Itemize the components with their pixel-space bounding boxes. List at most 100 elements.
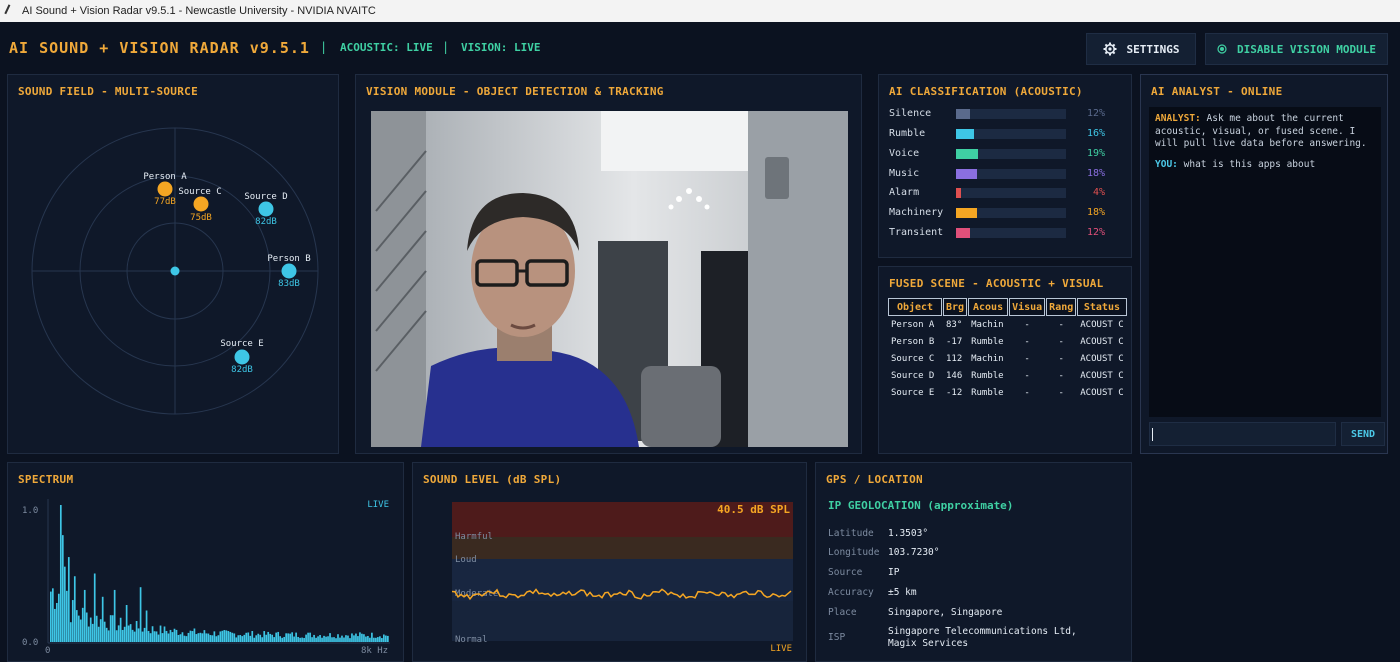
gps-subtitle: IP GEOLOCATION (approximate) bbox=[828, 499, 1014, 512]
spectrum-bar bbox=[185, 636, 188, 642]
window-titlebar: AI Sound + Vision Radar v9.5.1 - Newcast… bbox=[0, 0, 1400, 22]
class-bar bbox=[956, 188, 1066, 198]
spectrum-bar bbox=[69, 622, 72, 642]
spectrum-bar bbox=[331, 637, 333, 642]
gps-panel: GPS / LOCATION IP GEOLOCATION (approxima… bbox=[815, 462, 1132, 662]
table-cell: ACOUST C bbox=[1080, 320, 1124, 330]
spectrum-bar bbox=[127, 625, 130, 642]
class-row-rumble: Rumble 16% bbox=[889, 128, 1105, 140]
source-label: Source D bbox=[244, 192, 288, 202]
class-row-machinery: Machinery 18% bbox=[889, 207, 1105, 219]
spectrum-bar bbox=[243, 634, 246, 642]
source-db: 83dB bbox=[278, 279, 300, 289]
class-row-alarm: Alarm 4% bbox=[889, 187, 1105, 199]
table-row: Source D 146 Rumble - - ACOUST C bbox=[888, 368, 1127, 384]
spectrum-bar bbox=[143, 627, 146, 642]
spectrum-bar bbox=[231, 632, 234, 642]
spectrum-bar bbox=[89, 617, 92, 642]
spectrum-bar bbox=[187, 632, 190, 642]
gps-value-accuracy: ±5 km bbox=[888, 587, 917, 598]
class-pct: 12% bbox=[1086, 108, 1105, 119]
class-name: Alarm bbox=[889, 187, 920, 198]
class-bar bbox=[956, 109, 1066, 119]
spectrum-bar bbox=[83, 589, 86, 642]
spectrum-bar bbox=[193, 628, 196, 642]
spectrum-bar bbox=[371, 632, 373, 642]
spectrum-bar bbox=[373, 637, 375, 642]
table-cell: ACOUST C bbox=[1080, 371, 1124, 381]
column-header[interactable]: Status bbox=[1077, 298, 1127, 316]
column-header[interactable]: Acous bbox=[968, 298, 1009, 316]
sound-source-marker[interactable] bbox=[281, 263, 297, 279]
class-row-transient: Transient 12% bbox=[889, 227, 1105, 239]
header-separator: | bbox=[320, 40, 328, 54]
source-db: 75dB bbox=[190, 213, 212, 223]
spectrum-bar bbox=[221, 630, 224, 642]
gps-key-source: Source bbox=[828, 567, 863, 578]
sound-source-marker[interactable] bbox=[157, 181, 173, 197]
source-db: 82dB bbox=[231, 365, 253, 375]
sound-source-marker[interactable] bbox=[234, 349, 250, 365]
spectrum-bar bbox=[249, 635, 252, 642]
spectrum-bar bbox=[353, 635, 355, 642]
spectrum-bar bbox=[319, 635, 321, 642]
table-cell: Rumble bbox=[971, 371, 1004, 381]
spectrum-bar bbox=[63, 566, 66, 642]
disable-vision-button[interactable]: DISABLE VISION MODULE bbox=[1205, 33, 1388, 65]
spectrum-bar bbox=[241, 636, 244, 642]
table-row: Person A 83° Machin - - ACOUST C bbox=[888, 317, 1127, 333]
spectrum-bar bbox=[199, 632, 202, 642]
sound-source-marker[interactable] bbox=[193, 196, 209, 212]
live-indicator: LIVE bbox=[770, 644, 792, 654]
spectrum-bar bbox=[357, 636, 359, 642]
table-cell: ACOUST C bbox=[1080, 337, 1124, 347]
spectrum-bar bbox=[59, 505, 62, 642]
source-label: Person A bbox=[143, 172, 187, 182]
spectrum-bar bbox=[161, 633, 164, 642]
chat-input[interactable] bbox=[1149, 422, 1336, 446]
header-separator: | bbox=[442, 40, 450, 54]
sound-field-panel: SOUND FIELD - MULTI-SOURCE Person A 77dB… bbox=[7, 74, 339, 454]
spectrum-bar bbox=[285, 633, 287, 642]
spectrum-bar bbox=[369, 637, 371, 642]
settings-button[interactable]: SETTINGS bbox=[1086, 33, 1196, 65]
source-db: 77dB bbox=[154, 197, 176, 207]
spectrum-bar bbox=[135, 621, 138, 642]
table-cell: 146 bbox=[946, 371, 963, 381]
class-bar bbox=[956, 208, 1066, 218]
spectrum-bar bbox=[109, 615, 112, 642]
column-header[interactable]: Brg bbox=[943, 298, 968, 316]
spectrum-bar bbox=[257, 633, 260, 642]
column-header[interactable]: Object bbox=[888, 298, 942, 316]
spectrum-bar bbox=[121, 629, 124, 642]
settings-label: SETTINGS bbox=[1126, 42, 1180, 56]
app-header: AI SOUND + VISION RADAR v9.5.1 | ACOUSTI… bbox=[0, 22, 1400, 74]
fused-scene-panel: FUSED SCENE - ACOUSTIC + VISUAL Object B… bbox=[878, 266, 1132, 454]
column-header[interactable]: Rang bbox=[1046, 298, 1077, 316]
spectrum-bar bbox=[157, 634, 160, 642]
spectrum-bar bbox=[335, 638, 337, 642]
spectrum-plot bbox=[47, 499, 390, 644]
class-name: Transient bbox=[889, 227, 944, 238]
table-cell: - bbox=[1058, 320, 1064, 330]
spectrum-bar bbox=[119, 617, 122, 642]
class-bar-fill bbox=[956, 208, 977, 218]
send-button[interactable]: SEND bbox=[1341, 422, 1385, 446]
spectrum-bar bbox=[263, 631, 266, 642]
class-bar-fill bbox=[956, 169, 977, 179]
spectrum-bar bbox=[217, 635, 220, 642]
spectrum-bar bbox=[227, 631, 230, 642]
spectrum-bar bbox=[255, 635, 258, 642]
spectrum-bar bbox=[265, 634, 268, 642]
fused-scene-table: Object Brg Acous Visua Rang Status Perso… bbox=[887, 297, 1128, 402]
spectrum-bar bbox=[133, 631, 136, 642]
level-trace-line bbox=[451, 588, 792, 601]
source-db: 82dB bbox=[255, 217, 277, 227]
spectrum-bar bbox=[151, 626, 154, 642]
column-header[interactable]: Visua bbox=[1009, 298, 1046, 316]
sound-source-marker[interactable] bbox=[258, 201, 274, 217]
spectrum-bar bbox=[329, 633, 331, 642]
spectrum-bar bbox=[123, 626, 126, 642]
spectrum-bar bbox=[77, 615, 80, 642]
chat-log[interactable]: ANALYST: Ask me about the current acoust… bbox=[1149, 107, 1381, 417]
